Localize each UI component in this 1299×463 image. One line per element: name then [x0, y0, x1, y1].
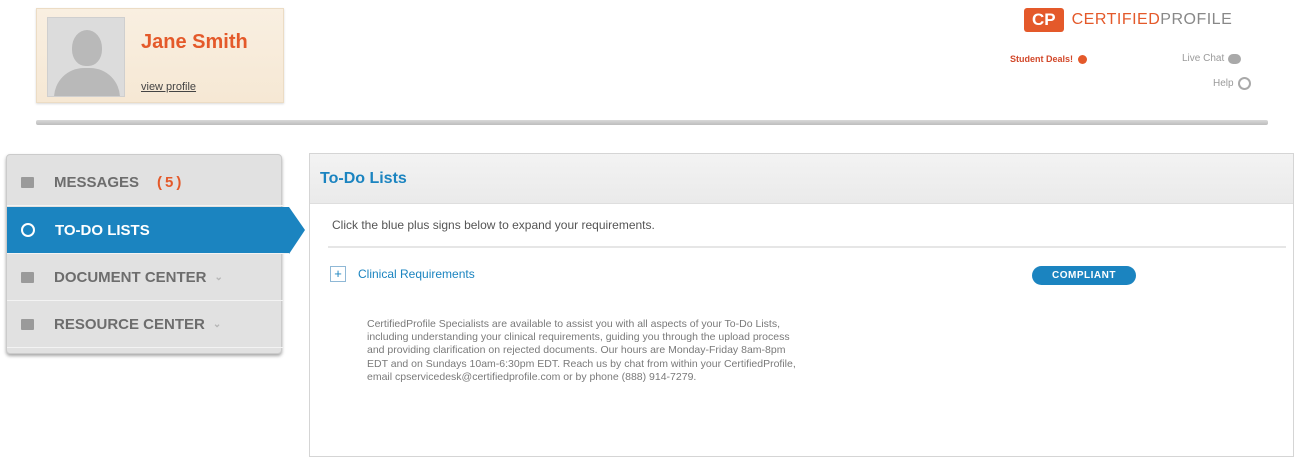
- view-profile-link[interactable]: view profile: [141, 81, 196, 93]
- header-divider: [36, 120, 1268, 125]
- help-link[interactable]: Help: [1213, 77, 1251, 90]
- briefcase-icon: [21, 318, 34, 330]
- envelope-icon: [21, 176, 34, 188]
- logo-text: CERTIFIEDPROFILE: [1071, 11, 1233, 28]
- help-label: Help: [1213, 78, 1234, 89]
- document-icon: [21, 271, 34, 283]
- clinical-requirements-link[interactable]: Clinical Requirements: [358, 267, 475, 281]
- avatar: [47, 17, 125, 97]
- chat-bubble-icon: [1228, 53, 1242, 64]
- sidebar-item-messages[interactable]: MESSAGES (5): [7, 159, 283, 206]
- sidebar-item-label: DOCUMENT CENTER: [54, 268, 207, 286]
- sidebar-item-label: RESOURCE CENTER: [54, 315, 205, 333]
- checklist-icon: [21, 223, 35, 237]
- student-deals-link[interactable]: Student Deals!: [1010, 54, 1088, 64]
- live-chat-label: Live Chat: [1182, 53, 1225, 64]
- requirement-row: + Clinical Requirements: [330, 264, 1150, 284]
- support-description: CertifiedProfile Specialists are availab…: [367, 318, 796, 383]
- sidebar-item-label: TO-DO LISTS: [55, 221, 150, 239]
- message-count-badge: (5): [157, 173, 185, 191]
- brand-logo[interactable]: CP CERTIFIEDPROFILE: [1024, 8, 1232, 32]
- help-icon: [1237, 77, 1251, 90]
- panel-header: To-Do Lists: [310, 154, 1293, 204]
- page-title: To-Do Lists: [320, 169, 407, 187]
- sidebar-item-document-center[interactable]: DOCUMENT CENTER ⌄: [7, 254, 283, 301]
- logo-mark: CP: [1024, 8, 1064, 32]
- chevron-down-icon: ⌄: [212, 318, 222, 330]
- sidebar-item-resource-center[interactable]: RESOURCE CENTER ⌄: [7, 301, 283, 348]
- instruction-text: Click the blue plus signs below to expan…: [332, 218, 655, 232]
- profile-name: Jane Smith: [141, 31, 248, 53]
- live-chat-link[interactable]: Live Chat: [1182, 53, 1242, 64]
- sidebar-item-todo-lists[interactable]: TO-DO LISTS: [7, 207, 305, 254]
- sidebar-item-label: MESSAGES: [54, 173, 140, 191]
- student-deals-label: Student Deals!: [1010, 54, 1074, 64]
- expand-plus-icon[interactable]: +: [330, 266, 346, 282]
- sidebar-nav: MESSAGES (5) TO-DO LISTS DOCUMENT CENTER…: [6, 154, 305, 354]
- chevron-down-icon: ⌄: [214, 271, 223, 283]
- todo-panel: To-Do Lists Click the blue plus signs be…: [309, 153, 1294, 457]
- content-divider: [328, 246, 1286, 248]
- status-badge: COMPLIANT: [1032, 266, 1136, 285]
- deals-dot-icon: [1078, 54, 1088, 64]
- profile-card: Jane Smith view profile: [36, 8, 284, 103]
